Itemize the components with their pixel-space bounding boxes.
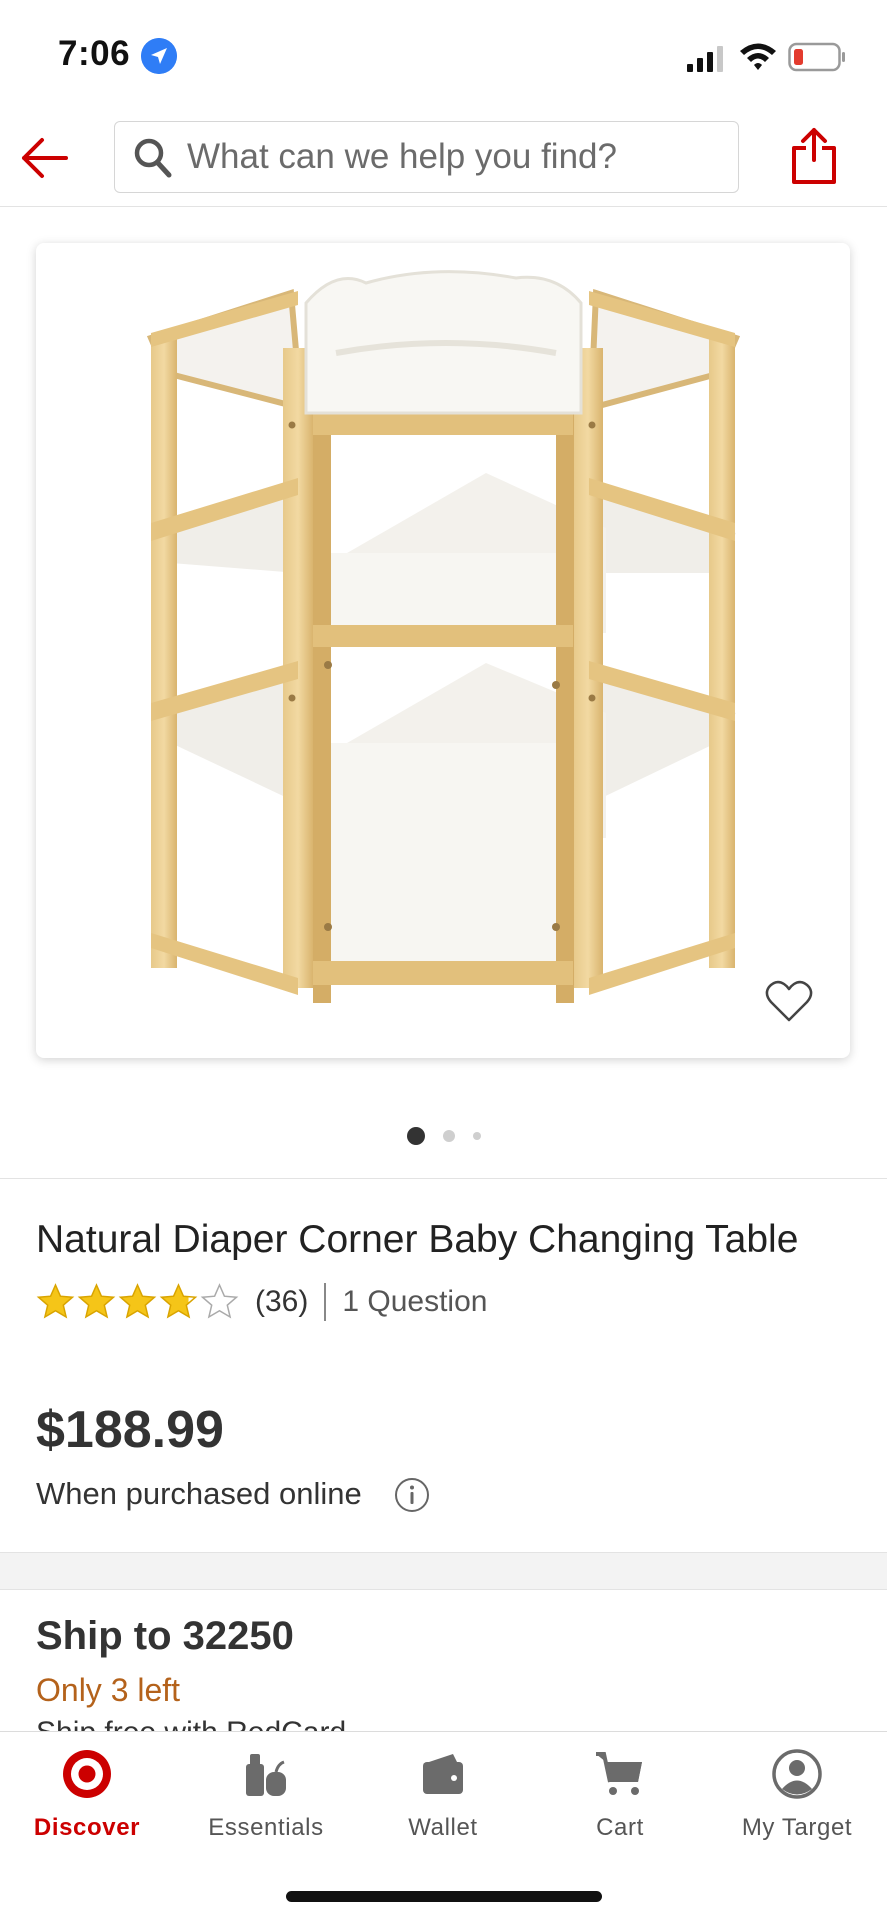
home-indicator[interactable] <box>286 1891 602 1902</box>
nav-label-cart: Cart <box>596 1814 644 1841</box>
section-separator-band <box>0 1552 887 1590</box>
ship-to-heading[interactable]: Ship to 32250 <box>36 1614 294 1659</box>
product-title: Natural Diaper Corner Baby Changing Tabl… <box>36 1218 799 1261</box>
image-pagination-dots[interactable] <box>0 1125 887 1147</box>
back-arrow-icon[interactable] <box>18 134 70 182</box>
review-count[interactable]: (36) <box>255 1285 308 1319</box>
location-arrow-icon <box>141 38 177 74</box>
star-rating[interactable] <box>36 1283 239 1321</box>
battery-low-icon <box>788 42 845 72</box>
essentials-icon <box>246 1754 286 1796</box>
nav-discover[interactable]: Discover <box>2 1748 172 1858</box>
search-input[interactable] <box>187 122 727 192</box>
price-note: When purchased online <box>36 1476 362 1511</box>
wifi-icon <box>740 43 776 70</box>
profile-icon <box>772 1749 822 1799</box>
rating-row[interactable]: (36) 1 Question <box>36 1280 487 1324</box>
nav-label-my-target: My Target <box>741 1814 853 1841</box>
search-icon <box>134 138 172 178</box>
top-header <box>0 110 887 207</box>
rating-separator <box>324 1283 327 1321</box>
cellular-signal-icon <box>687 46 723 72</box>
star-filled-icon <box>118 1283 157 1319</box>
nav-label-wallet: Wallet <box>408 1814 478 1841</box>
heart-outline-icon[interactable] <box>764 978 814 1024</box>
search-box[interactable] <box>114 121 739 193</box>
star-filled-icon <box>159 1283 198 1319</box>
pagination-dot[interactable] <box>472 1132 481 1140</box>
pagination-dot[interactable] <box>406 1127 425 1145</box>
price: $188.99 <box>36 1401 224 1459</box>
status-time: 7:06 <box>58 34 131 73</box>
cart-icon <box>596 1752 642 1795</box>
nav-label-essentials: Essentials <box>208 1814 324 1841</box>
nav-label-discover: Discover <box>33 1814 141 1841</box>
nav-cart[interactable]: Cart <box>535 1748 705 1858</box>
nav-essentials[interactable]: Essentials <box>181 1748 351 1858</box>
stock-status: Only 3 left <box>36 1672 181 1708</box>
questions-link[interactable]: 1 Question <box>342 1285 487 1319</box>
nav-my-target[interactable]: My Target <box>712 1748 882 1858</box>
section-divider <box>0 1178 887 1179</box>
share-icon[interactable] <box>790 126 838 186</box>
star-filled-icon <box>77 1283 116 1319</box>
star-empty-icon <box>200 1283 239 1319</box>
info-circle-icon[interactable] <box>394 1477 430 1513</box>
redcard-note: Ship free with RedCard <box>36 1718 636 1732</box>
status-bar: 7:06 <box>0 0 887 110</box>
star-filled-icon <box>36 1283 75 1319</box>
wallet-icon <box>423 1754 463 1794</box>
product-image[interactable] <box>36 243 850 1058</box>
nav-wallet[interactable]: Wallet <box>358 1748 528 1858</box>
target-logo-icon <box>63 1750 111 1798</box>
pagination-dot[interactable] <box>442 1130 455 1142</box>
product-image-card[interactable] <box>36 243 850 1058</box>
